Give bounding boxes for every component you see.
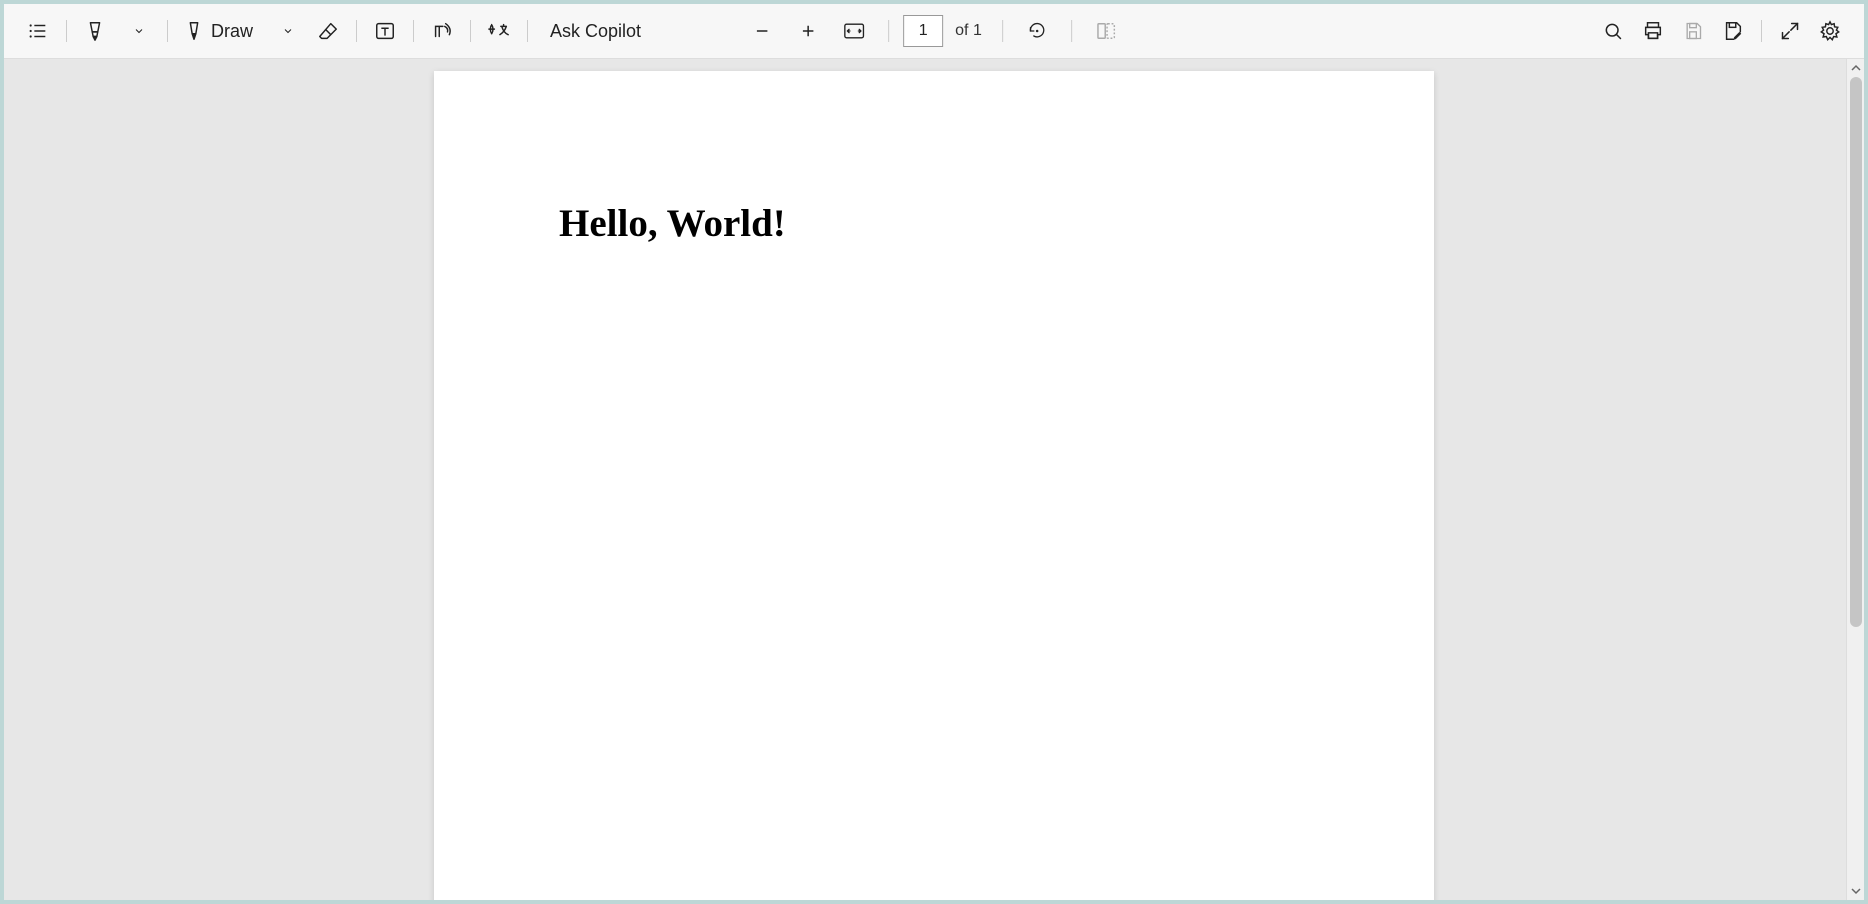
pen-icon <box>183 20 205 42</box>
divider <box>888 20 889 42</box>
textbox-icon <box>374 20 396 42</box>
print-button[interactable] <box>1633 11 1673 51</box>
page-view-icon <box>1095 21 1117 41</box>
highlight-group <box>75 11 159 51</box>
fit-width-button[interactable] <box>834 11 874 51</box>
scrollbar-thumb[interactable] <box>1850 77 1862 627</box>
divider <box>1002 20 1003 42</box>
chevron-down-icon <box>282 25 294 37</box>
divider <box>527 20 528 42</box>
vertical-scrollbar[interactable] <box>1846 59 1864 900</box>
scroll-down-arrow[interactable] <box>1847 882 1864 900</box>
highlighter-dropdown[interactable] <box>119 11 159 51</box>
fit-width-icon <box>843 22 865 40</box>
erase-button[interactable] <box>308 11 348 51</box>
divider <box>167 20 168 42</box>
translate-button[interactable] <box>479 11 519 51</box>
highlighter-button[interactable] <box>75 11 115 51</box>
list-icon <box>27 20 49 42</box>
minus-icon <box>753 22 771 40</box>
gear-icon <box>1819 20 1841 42</box>
document-page: Hello, World! <box>434 71 1434 900</box>
contents-toggle-button[interactable] <box>18 11 58 51</box>
page-total: of 1 <box>955 22 982 40</box>
right-controls <box>1593 11 1850 51</box>
ask-copilot-button[interactable]: Ask Copilot <box>536 11 655 51</box>
page-controls: of 1 <box>742 11 1126 51</box>
save-icon <box>1683 21 1703 41</box>
document-viewport[interactable]: Hello, World! <box>4 59 1864 900</box>
read-aloud-button[interactable] <box>422 11 462 51</box>
fullscreen-button[interactable] <box>1770 11 1810 51</box>
save-as-button[interactable] <box>1713 11 1753 51</box>
divider <box>470 20 471 42</box>
rotate-icon <box>1027 21 1047 41</box>
find-button[interactable] <box>1593 11 1633 51</box>
rotate-button[interactable] <box>1017 11 1057 51</box>
scroll-up-arrow[interactable] <box>1847 59 1864 77</box>
copilot-label: Ask Copilot <box>550 21 641 42</box>
chevron-down-icon <box>133 25 145 37</box>
draw-group: Draw <box>176 11 308 51</box>
save-button[interactable] <box>1673 11 1713 51</box>
draw-label: Draw <box>211 21 253 42</box>
page-view-button[interactable] <box>1086 11 1126 51</box>
highlighter-icon <box>84 20 106 42</box>
toolbar: Draw <box>4 4 1864 59</box>
add-text-button[interactable] <box>365 11 405 51</box>
draw-dropdown[interactable] <box>268 11 308 51</box>
save-edit-icon <box>1722 20 1744 42</box>
translate-icon <box>486 20 512 42</box>
caret-down-icon <box>1851 886 1861 896</box>
divider <box>66 20 67 42</box>
settings-button[interactable] <box>1810 11 1850 51</box>
zoom-out-button[interactable] <box>742 11 782 51</box>
fullscreen-icon <box>1780 21 1800 41</box>
divider <box>413 20 414 42</box>
divider <box>1071 20 1072 42</box>
printer-icon <box>1642 20 1664 42</box>
caret-up-icon <box>1851 63 1861 73</box>
plus-icon <box>799 22 817 40</box>
search-icon <box>1603 21 1623 41</box>
eraser-icon <box>317 20 339 42</box>
read-aloud-icon <box>431 20 453 42</box>
draw-button[interactable]: Draw <box>176 11 264 51</box>
divider <box>356 20 357 42</box>
page-number-input[interactable] <box>903 15 943 47</box>
divider <box>1761 20 1762 42</box>
page-heading: Hello, World! <box>559 201 1309 246</box>
zoom-in-button[interactable] <box>788 11 828 51</box>
